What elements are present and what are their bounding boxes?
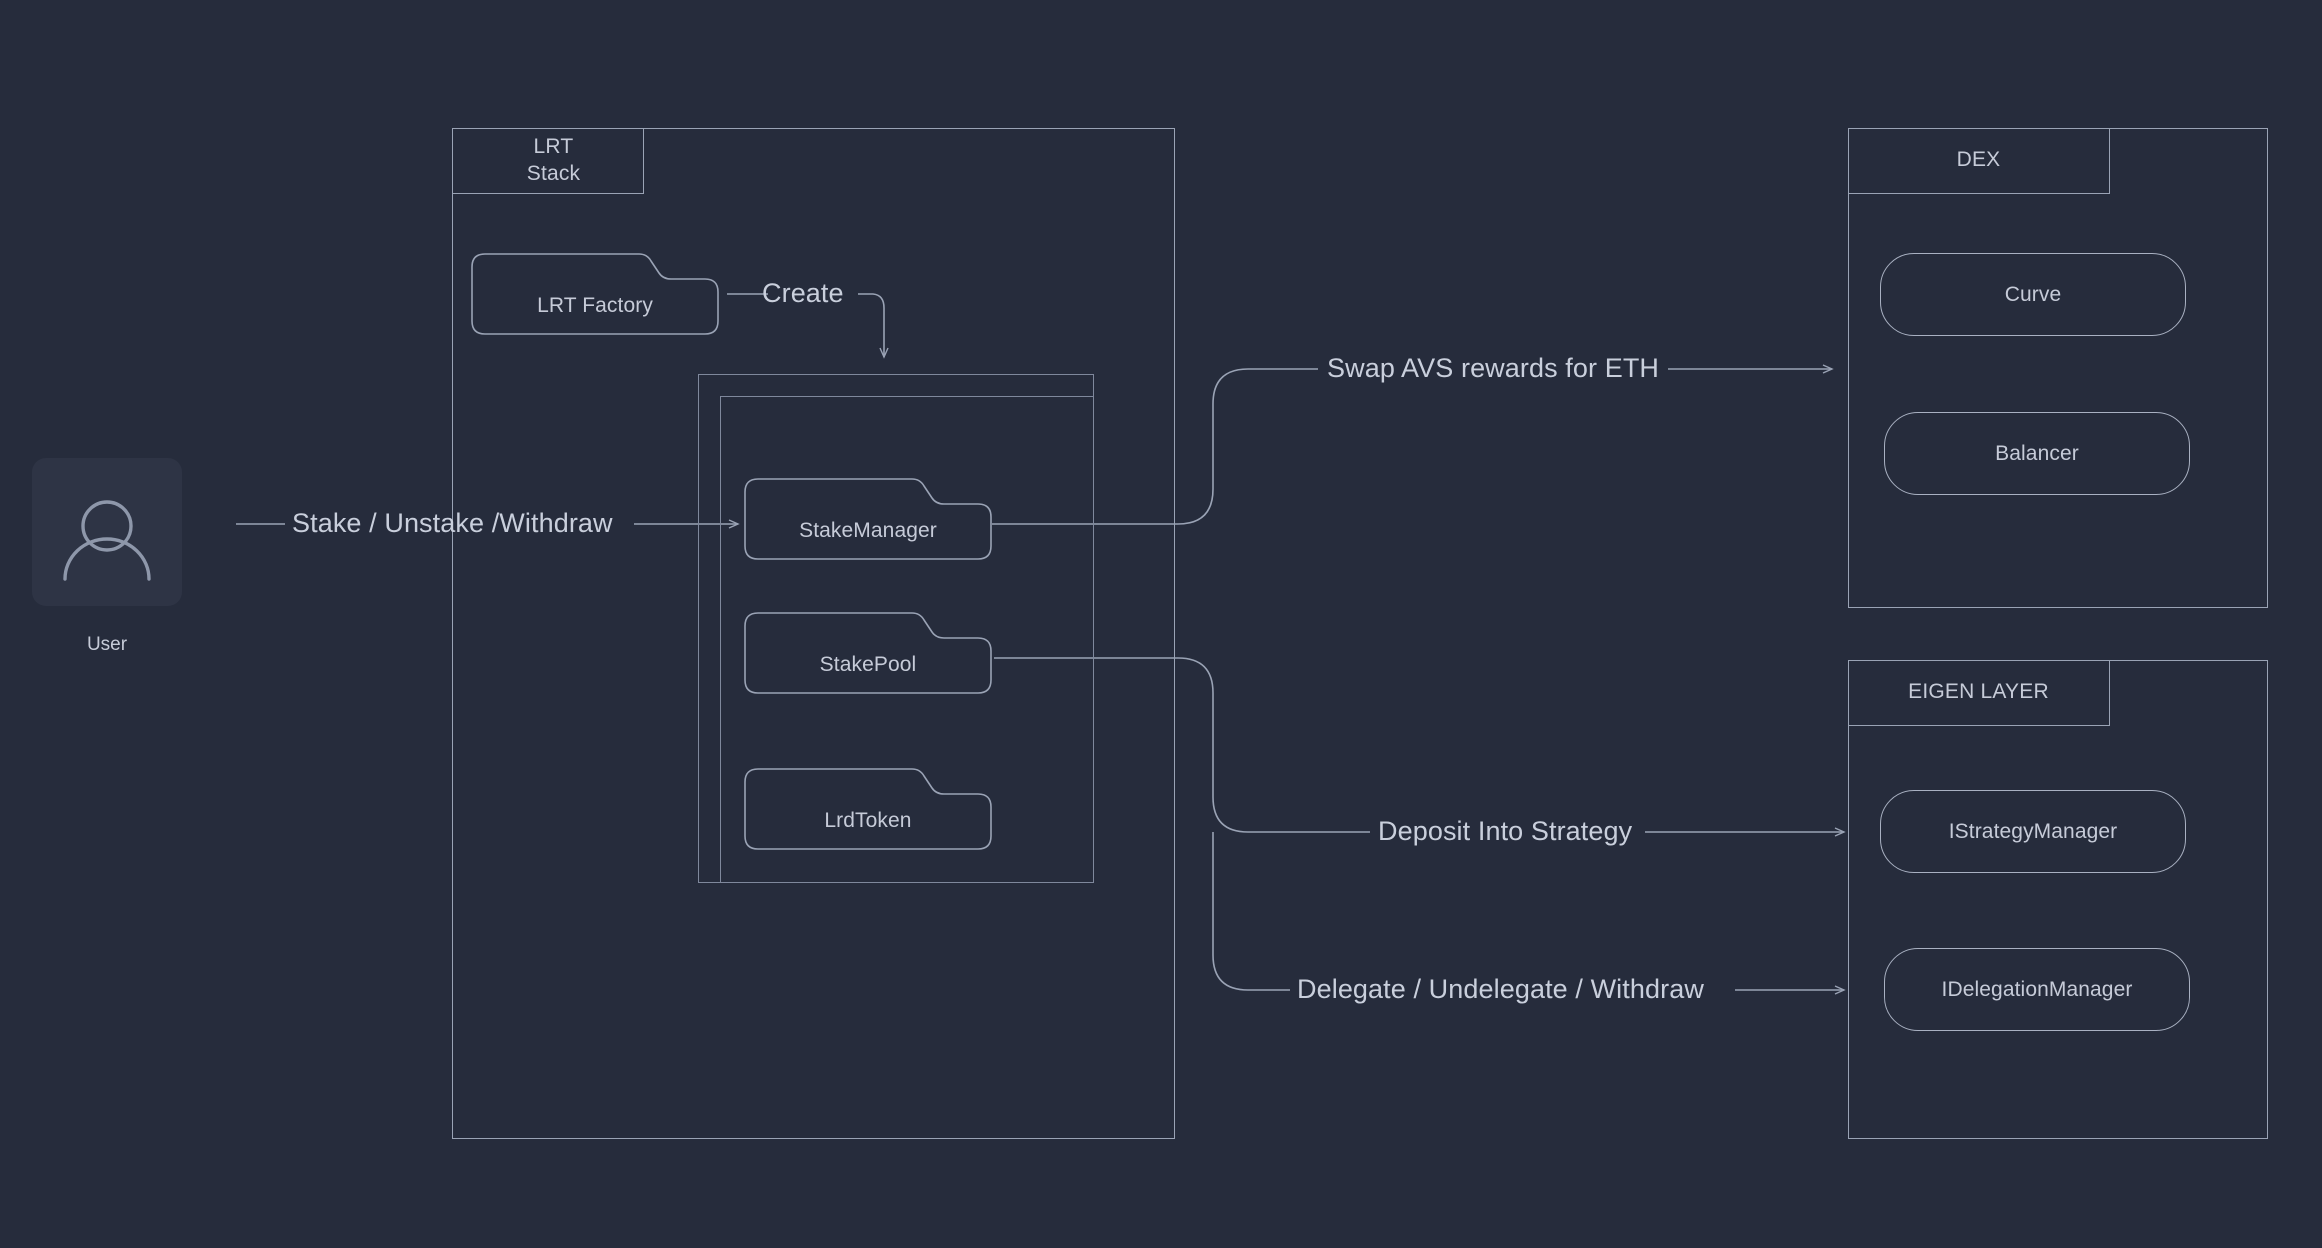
avatar (32, 458, 182, 606)
node-lrd-token[interactable]: LrdToken (744, 768, 992, 850)
group-lrt-stack-tab: LRT Stack (452, 128, 644, 194)
node-curve[interactable]: Curve (1880, 253, 2186, 336)
node-idelegation-manager[interactable]: IDelegationManager (1884, 948, 2190, 1031)
edge-stake-pool-to-delegation (1213, 832, 1844, 990)
node-idelegation-manager-label: IDelegationManager (1942, 978, 2133, 1002)
user-avatar-icon (32, 458, 182, 606)
node-lrd-token-label: LrdToken (744, 768, 992, 862)
edge-label-delegate-undelegate-withdraw: Delegate / Undelegate / Withdraw (1297, 974, 1704, 1005)
edge-label-stake-unstake-withdraw: Stake / Unstake /Withdraw (292, 508, 613, 539)
group-eigen-layer-tab: EIGEN LAYER (1848, 660, 2110, 726)
node-stake-pool[interactable]: StakePool (744, 612, 992, 694)
actor-label-user: User (32, 634, 182, 656)
group-eigen-layer (1848, 660, 2268, 1139)
node-lrt-factory[interactable]: LRT Factory (471, 253, 719, 335)
node-curve-label: Curve (2005, 283, 2062, 307)
edge-label-deposit-into-strategy: Deposit Into Strategy (1378, 816, 1632, 847)
group-dex (1848, 128, 2268, 608)
node-lrt-factory-label: LRT Factory (471, 253, 719, 347)
node-balancer-label: Balancer (1995, 442, 2079, 466)
group-lrt-stack-title: LRT Stack (515, 134, 581, 187)
node-stake-manager[interactable]: StakeManager (744, 478, 992, 560)
node-istrategy-manager[interactable]: IStrategyManager (1880, 790, 2186, 873)
edge-label-create: Create (762, 278, 844, 309)
node-istrategy-manager-label: IStrategyManager (1949, 820, 2118, 844)
node-stake-pool-label: StakePool (744, 612, 992, 706)
diagram-canvas: User LRT Stack LRT Factory StakeManager … (0, 0, 2322, 1248)
group-eigen-layer-title: EIGEN LAYER (1908, 679, 2049, 705)
node-balancer[interactable]: Balancer (1884, 412, 2190, 495)
group-dex-title: DEX (1957, 147, 2001, 173)
edge-label-swap-avs-rewards: Swap AVS rewards for ETH (1327, 353, 1659, 384)
node-stake-manager-label: StakeManager (744, 478, 992, 572)
group-dex-tab: DEX (1848, 128, 2110, 194)
